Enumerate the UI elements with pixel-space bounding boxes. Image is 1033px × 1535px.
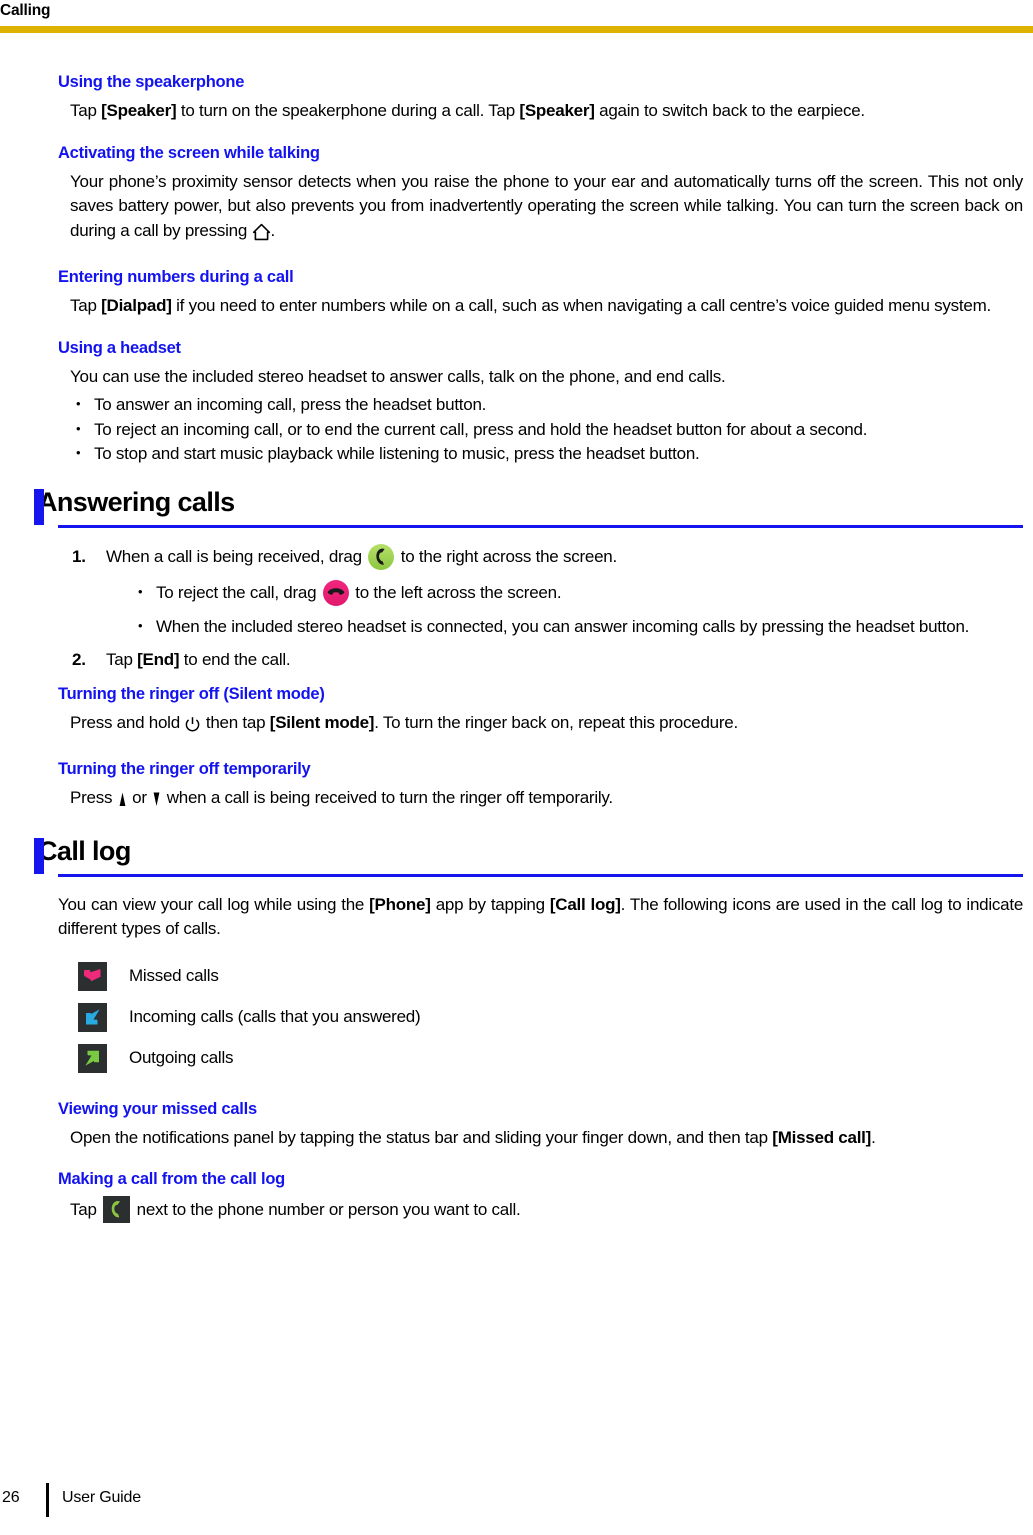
subheading-using-a-headset: Using a headset (58, 338, 181, 357)
subheading-viewing-your-missed-calls: Viewing your missed calls (58, 1099, 257, 1118)
text-fragment: to turn on the speakerphone during a cal… (176, 101, 520, 120)
text-fragment: Your phone’s proximity sensor detects wh… (70, 171, 1023, 240)
text-fragment: When a call is being received, drag (106, 546, 367, 566)
text-fragment: or (127, 788, 152, 807)
list-item: To reject the call, drag to the left acr… (134, 579, 1023, 606)
legend-label: Missed calls (129, 966, 219, 985)
text-fragment: Tap (106, 649, 138, 669)
inline-bold-dialpad: [Dialpad] (101, 296, 172, 315)
text-fragment: You can view your call log while using t… (58, 894, 370, 914)
legend-row-incoming: Incoming calls (calls that you answered) (78, 997, 1023, 1038)
paragraph-viewing-missed-calls: Open the notifications panel by tapping … (58, 1126, 1023, 1151)
text-fragment: next to the phone number or person you w… (132, 1200, 521, 1219)
text-fragment: app by tapping (430, 894, 550, 914)
text-fragment: if you need to enter numbers while on a … (171, 296, 991, 315)
legend-label: Incoming calls (calls that you answered) (129, 1007, 421, 1026)
step-number: 1. (72, 546, 86, 566)
call-log-icon-legend: Missed calls Incoming calls (calls that … (58, 956, 1023, 1079)
volume-up-icon (117, 791, 128, 816)
inline-bold-missed-call: [Missed call] (772, 1127, 872, 1147)
answering-calls-substeps: To reject the call, drag to the left acr… (106, 579, 1023, 639)
paragraph-using-the-speakerphone: Tap [Speaker] to turn on the speakerphon… (58, 99, 1023, 124)
paragraph-using-a-headset-intro: You can use the included stereo headset … (70, 366, 726, 386)
section-accent-bar (34, 837, 44, 874)
text-fragment: Tap (70, 296, 102, 315)
subheading-turning-the-ringer-off-silent-mode: Turning the ringer off (Silent mode) (58, 684, 325, 703)
legend-label: Outgoing calls (129, 1048, 234, 1067)
subheading-turning-the-ringer-off-temporarily: Turning the ringer off temporarily (58, 760, 311, 778)
text-fragment: . (270, 220, 276, 240)
dial-call-icon (103, 1196, 131, 1223)
list-item: To stop and start music playback while l… (70, 441, 1023, 467)
inline-bold-silent-mode: [Silent mode] (269, 712, 375, 732)
section-heading-call-log: Call log (34, 835, 1023, 877)
step-1: 1. When a call is being received, drag to… (70, 543, 1023, 639)
paragraph-ringer-temporarily: Press or when a call is being received t… (58, 786, 1023, 816)
page-content: Using the speakerphone Tap [Speaker] to … (34, 72, 1023, 1242)
power-icon (184, 716, 201, 741)
volume-down-icon (151, 791, 162, 816)
text-fragment: to end the call. (179, 649, 291, 669)
step-2: 2. Tap [End] to end the call. (70, 647, 1023, 672)
inline-bold-phone: [Phone] (369, 894, 431, 914)
step-number: 2. (72, 649, 86, 669)
text-fragment: Open the notifications panel by tapping … (70, 1127, 773, 1147)
subheading-entering-numbers-during-a-call: Entering numbers during a call (58, 268, 294, 286)
section-title: Call log (38, 835, 131, 866)
paragraph-activating-the-screen-while-talking: Your phone’s proximity sensor detects wh… (58, 170, 1023, 249)
inline-bold-call-log: [Call log] (549, 894, 621, 914)
paragraph-call-log-intro: You can view your call log while using t… (58, 893, 1023, 942)
text-fragment: . To turn the ringer back on, repeat thi… (374, 712, 738, 732)
headset-bullet-list: To answer an incoming call, press the he… (58, 392, 1023, 467)
legend-row-missed: Missed calls (78, 956, 1023, 997)
text-fragment: to the right across the screen. (396, 546, 617, 566)
missed-call-icon (78, 961, 107, 991)
outgoing-call-icon (78, 1043, 107, 1073)
text-fragment: Tap (70, 1200, 102, 1219)
section-heading-answering-calls: Answering calls (34, 486, 1023, 528)
footer-label: User Guide (62, 1489, 141, 1506)
inline-bold-speaker-1: [Speaker] (101, 101, 177, 120)
section-title: Answering calls (38, 486, 235, 517)
page-footer: 26 User Guide (0, 1483, 1033, 1517)
answering-calls-steps: 1. When a call is being received, drag to… (58, 543, 1023, 672)
list-item: To answer an incoming call, press the he… (70, 392, 1023, 418)
subheading-activating-the-screen-while-talking: Activating the screen while talking (58, 143, 320, 162)
text-fragment: then tap (201, 712, 270, 732)
incoming-call-icon (78, 1002, 107, 1032)
text-fragment: To reject the call, drag (156, 582, 321, 602)
inline-bold-end: [End] (137, 649, 180, 669)
answer-call-icon (368, 543, 395, 570)
inline-bold-speaker-2: [Speaker] (519, 101, 595, 120)
text-fragment: again to switch back to the earpiece. (594, 101, 865, 120)
subheading-making-a-call-from-the-call-log: Making a call from the call log (58, 1170, 285, 1188)
footer-divider (46, 1483, 49, 1517)
text-fragment: when a call is being received to turn th… (162, 788, 613, 807)
header-gold-rule (0, 26, 1033, 33)
list-item: When the included stereo headset is conn… (134, 613, 1023, 639)
home-icon (252, 223, 271, 249)
legend-row-outgoing: Outgoing calls (78, 1038, 1023, 1079)
paragraph-entering-numbers-during-a-call: Tap [Dialpad] if you need to enter numbe… (58, 294, 1023, 319)
paragraph-making-a-call: Tap next to the phone number or person y… (58, 1196, 1023, 1223)
page-number: 26 (2, 1489, 20, 1506)
running-header-title: Calling (0, 2, 51, 19)
text-fragment: Tap (70, 101, 102, 120)
section-accent-bar (34, 488, 44, 525)
paragraph-silent-mode: Press and hold then tap [Silent mode]. T… (58, 711, 1023, 741)
page-header: Calling (0, 0, 1033, 33)
text-fragment: . (871, 1127, 876, 1147)
text-fragment: Press (70, 788, 117, 807)
subheading-using-the-speakerphone: Using the speakerphone (58, 73, 245, 91)
reject-call-icon (322, 579, 349, 606)
text-fragment: to the left across the screen. (350, 582, 562, 602)
list-item: To reject an incoming call, or to end th… (70, 417, 1023, 443)
text-fragment: Press and hold (70, 712, 185, 732)
